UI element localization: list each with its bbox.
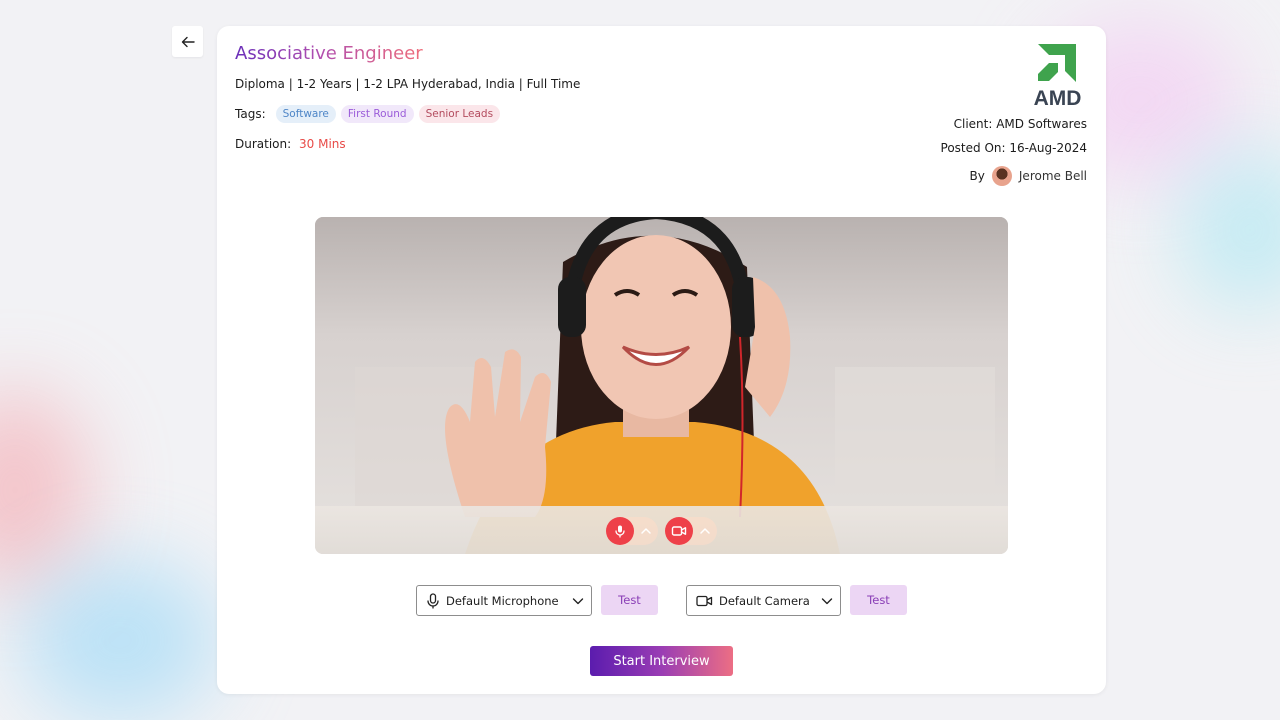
video-preview <box>315 217 1008 554</box>
video-camera-icon <box>671 526 687 536</box>
camera-toggle-button[interactable] <box>665 517 693 545</box>
tags-label: Tags: <box>235 107 266 121</box>
tags-row: Tags: Software First Round Senior Leads <box>235 105 501 123</box>
job-title: Associative Engineer <box>235 43 423 64</box>
microphone-icon <box>427 592 439 609</box>
test-microphone-button[interactable]: Test <box>601 585 658 615</box>
client-name: Client: AMD Softwares <box>953 117 1087 131</box>
tag-first-round: First Round <box>340 105 414 123</box>
microphone-select-value: Default Microphone <box>446 593 559 608</box>
chevron-up-icon <box>700 528 710 534</box>
posted-date: Posted On: 16-Aug-2024 <box>940 141 1087 155</box>
job-meta: Diploma | 1-2 Years | 1-2 LPA Hyderabad,… <box>235 77 581 91</box>
camera-select[interactable]: Default Camera <box>686 585 841 616</box>
back-button[interactable] <box>172 26 203 57</box>
amd-logo-text: AMD <box>1034 87 1082 106</box>
chevron-down-icon <box>821 598 833 605</box>
mic-toggle-button[interactable] <box>606 517 634 545</box>
video-controls-bar <box>315 506 1008 554</box>
arrow-left-icon <box>181 36 195 47</box>
camera-select-value: Default Camera <box>719 593 810 608</box>
microphone-select[interactable]: Default Microphone <box>416 585 592 616</box>
avatar <box>991 166 1012 186</box>
microphone-icon <box>615 525 625 538</box>
background-blob <box>20 560 220 720</box>
test-camera-button[interactable]: Test <box>850 585 907 615</box>
background-blob <box>0 390 90 590</box>
interview-card: Associative Engineer Diploma | 1-2 Years… <box>217 26 1106 694</box>
mic-options-button[interactable] <box>639 524 653 538</box>
duration-value: 30 Mins <box>299 137 346 151</box>
amd-logo: AMD <box>1034 44 1082 106</box>
duration-label: Duration: <box>235 137 292 151</box>
background-blob <box>1180 150 1280 310</box>
start-interview-button[interactable]: Start Interview <box>590 646 733 676</box>
tag-senior-leads: Senior Leads <box>418 105 501 123</box>
chevron-down-icon <box>572 598 584 605</box>
camera-control <box>665 517 717 545</box>
author-name: Jerome Bell <box>1018 169 1087 183</box>
camera-options-button[interactable] <box>698 524 712 538</box>
posted-by: By Jerome Bell <box>970 166 1087 186</box>
camera-feed-image <box>315 217 1008 554</box>
chevron-up-icon <box>641 528 651 534</box>
video-camera-icon <box>696 595 713 606</box>
tag-software: Software <box>275 105 336 123</box>
by-label: By <box>969 169 985 183</box>
mic-control <box>606 517 658 545</box>
duration-row: Duration: 30 Mins <box>235 137 346 151</box>
